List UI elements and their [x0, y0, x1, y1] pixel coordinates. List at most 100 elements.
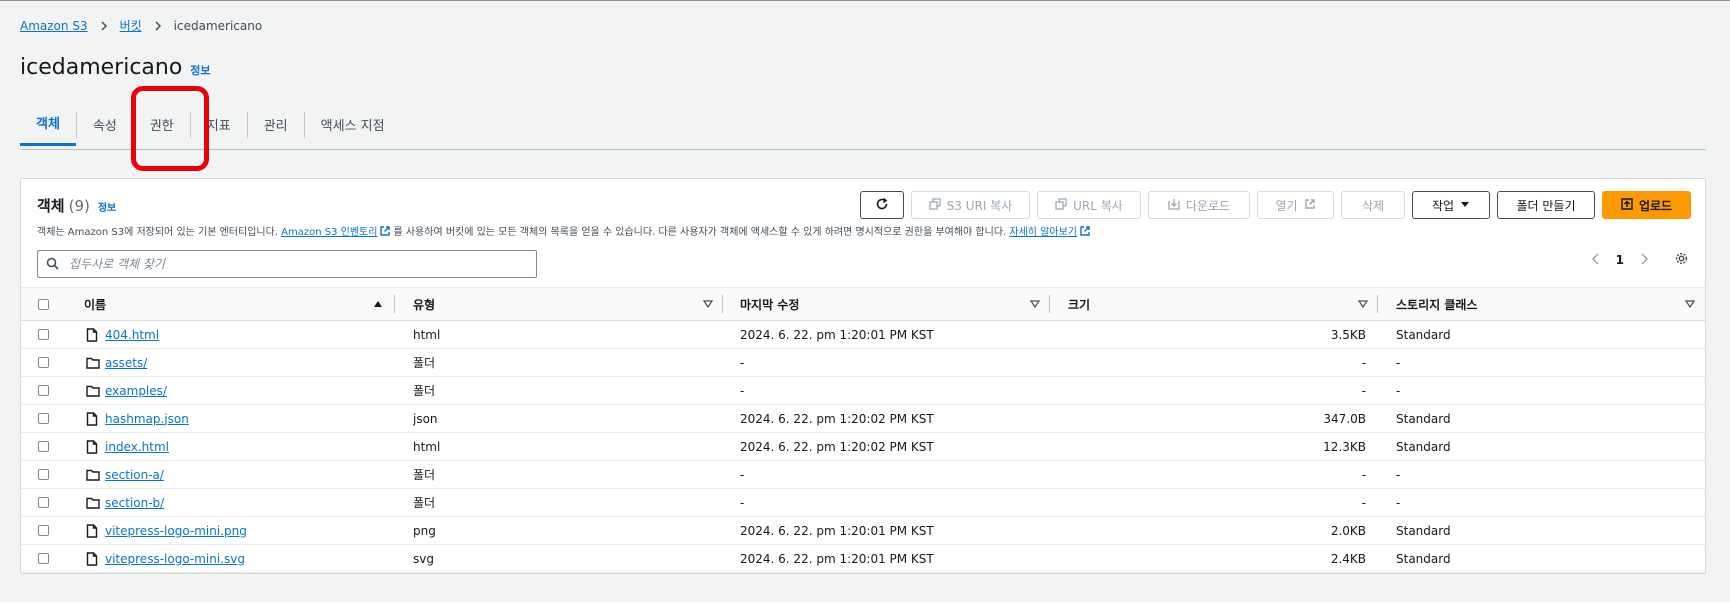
checkbox[interactable]	[38, 413, 49, 424]
learn-more-link[interactable]: 자세히 알아보기	[1009, 223, 1077, 238]
delete-label: 삭제	[1361, 198, 1385, 213]
file-icon	[86, 551, 98, 566]
checkbox[interactable]	[38, 553, 49, 564]
sort-icon[interactable]	[1357, 298, 1369, 312]
column-divider[interactable]	[1377, 295, 1378, 313]
object-name-link[interactable]: vitepress-logo-mini.png	[105, 524, 247, 538]
column-divider[interactable]	[722, 295, 723, 313]
object-size: 347.0B	[1323, 411, 1366, 426]
object-type: 폴더	[413, 384, 436, 398]
breadcrumb-buckets[interactable]: 버킷	[120, 17, 142, 34]
search-input[interactable]	[67, 256, 511, 272]
tab-access-points[interactable]: 액세스 지점	[305, 102, 401, 146]
sort-icon[interactable]	[1684, 298, 1696, 312]
row-select[interactable]	[38, 553, 49, 564]
sort-icon[interactable]	[702, 298, 714, 312]
object-name-link[interactable]: section-a/	[105, 468, 164, 482]
checkbox[interactable]	[38, 497, 49, 508]
breadcrumb-current: icedamericano	[173, 18, 263, 33]
checkbox[interactable]	[38, 298, 49, 310]
download-button[interactable]: 다운로드	[1148, 191, 1250, 219]
copy-icon	[1055, 197, 1067, 213]
header-name[interactable]: 이름	[84, 296, 106, 313]
row-select[interactable]	[38, 469, 49, 480]
tab-objects[interactable]: 객체	[20, 102, 76, 146]
copy-s3-uri-button[interactable]: S3 URI 복사	[911, 191, 1030, 219]
header-last-modified[interactable]: 마지막 수정	[740, 296, 799, 313]
row-select[interactable]	[38, 357, 49, 368]
sort-icon[interactable]	[1029, 298, 1041, 312]
checkbox[interactable]	[38, 357, 49, 368]
copy-icon	[929, 197, 941, 213]
table-row[interactable]: index.html html 2024. 6. 22. pm 1:20:02 PM…	[21, 433, 1705, 461]
object-storage-class: Standard	[1396, 551, 1451, 566]
objects-table: 이름 유형 마지막 수정 크기 스토리지 클래스 404.html html 2…	[21, 287, 1705, 573]
object-name-link[interactable]: 404.html	[105, 328, 159, 342]
table-row[interactable]: examples/폴더 - - -	[21, 377, 1705, 405]
checkbox[interactable]	[38, 441, 49, 452]
table-row[interactable]: section-a/폴더 - - -	[21, 461, 1705, 489]
sort-ascending-icon[interactable]	[373, 298, 383, 312]
create-folder-button[interactable]: 폴더 만들기	[1497, 191, 1595, 219]
file-icon	[86, 411, 98, 426]
checkbox[interactable]	[38, 525, 49, 536]
refresh-button[interactable]	[860, 191, 904, 219]
page-number[interactable]: 1	[1616, 253, 1624, 267]
pagination: 1	[1590, 251, 1689, 269]
table-row[interactable]: 404.html html 2024. 6. 22. pm 1:20:01 PM K…	[21, 321, 1705, 349]
object-type: html	[413, 327, 441, 342]
object-name-link[interactable]: examples/	[105, 384, 167, 398]
object-search[interactable]	[37, 250, 537, 278]
object-name-link[interactable]: vitepress-logo-mini.svg	[105, 552, 245, 566]
table-row[interactable]: section-b/폴더 - - -	[21, 489, 1705, 517]
upload-button[interactable]: 업로드	[1602, 191, 1691, 219]
permissions-tab-highlight	[131, 86, 209, 171]
header-type[interactable]: 유형	[413, 296, 435, 313]
object-name-link[interactable]: assets/	[105, 356, 147, 370]
header-storage-class[interactable]: 스토리지 클래스	[1396, 296, 1477, 313]
chevron-left-icon[interactable]	[1590, 252, 1602, 269]
checkbox[interactable]	[38, 329, 49, 340]
object-storage-class: Standard	[1396, 523, 1451, 538]
row-select[interactable]	[38, 413, 49, 424]
row-select[interactable]	[38, 525, 49, 536]
table-row[interactable]: vitepress-logo-mini.png png 2024. 6. 22. p…	[21, 517, 1705, 545]
column-divider[interactable]	[1049, 295, 1050, 313]
checkbox[interactable]	[38, 385, 49, 396]
info-link[interactable]: 정보	[190, 62, 210, 78]
breadcrumb-amazon-s3[interactable]: Amazon S3	[20, 19, 88, 33]
table-row[interactable]: hashmap.json json 2024. 6. 22. pm 1:20:02 …	[21, 405, 1705, 433]
object-name-link[interactable]: section-b/	[105, 496, 164, 510]
inventory-link[interactable]: Amazon S3 인벤토리	[281, 223, 377, 238]
row-select[interactable]	[38, 441, 49, 452]
object-name-link[interactable]: index.html	[105, 440, 169, 454]
actions-dropdown[interactable]: 작업	[1412, 191, 1490, 219]
table-row[interactable]: vitepress-logo-mini.svg svg 2024. 6. 22. p…	[21, 545, 1705, 573]
object-size: 12.3KB	[1323, 439, 1366, 454]
download-icon	[1168, 198, 1180, 213]
object-type: png	[413, 523, 436, 538]
checkbox[interactable]	[38, 469, 49, 480]
copy-url-button[interactable]: URL 복사	[1037, 191, 1141, 219]
panel-info-link[interactable]: 정보	[98, 199, 116, 214]
select-all-checkbox[interactable]	[38, 298, 49, 310]
tab-management[interactable]: 관리	[248, 102, 304, 146]
object-size: 3.5KB	[1330, 327, 1366, 342]
panel-title-text: 객체	[37, 197, 65, 215]
table-row[interactable]: assets/폴더 - - -	[21, 349, 1705, 377]
delete-button[interactable]: 삭제	[1341, 191, 1405, 219]
chevron-right-icon[interactable]	[1638, 252, 1650, 269]
object-type: 폴더	[413, 496, 436, 510]
row-select[interactable]	[38, 385, 49, 396]
row-select[interactable]	[38, 497, 49, 508]
settings-gear-icon[interactable]	[1674, 251, 1689, 269]
open-button[interactable]: 열기	[1257, 191, 1334, 219]
object-name-link[interactable]: hashmap.json	[105, 412, 189, 426]
column-divider[interactable]	[394, 295, 395, 313]
file-icon	[86, 327, 98, 342]
header-size[interactable]: 크기	[1068, 296, 1090, 313]
tab-properties[interactable]: 속성	[77, 102, 133, 146]
page-header: icedamericano 정보	[20, 55, 211, 80]
row-select[interactable]	[38, 329, 49, 340]
upload-label: 업로드	[1638, 198, 1673, 213]
